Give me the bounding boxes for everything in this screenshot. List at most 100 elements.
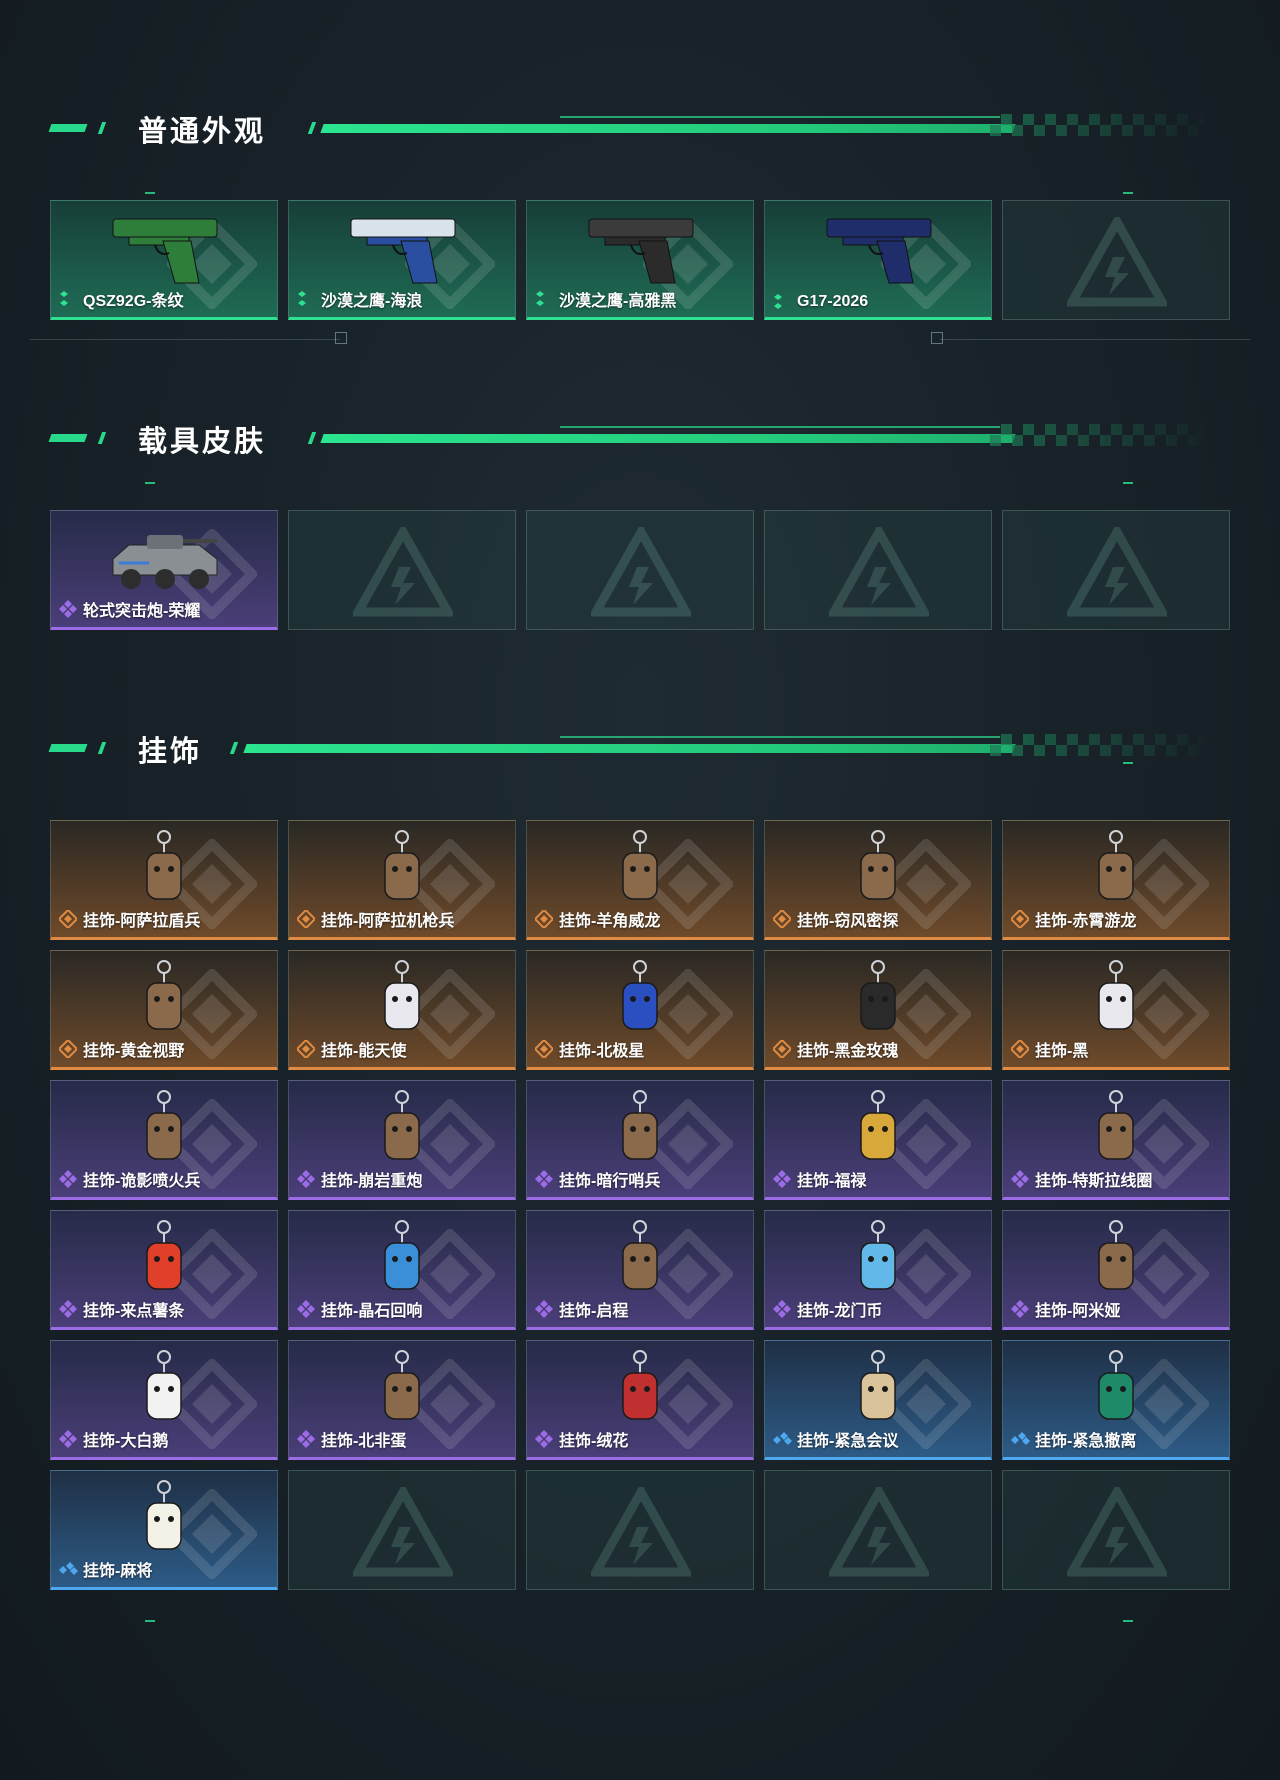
item-name: 挂饰-北极星 [559, 1043, 645, 1060]
header-thin-line [560, 736, 1000, 738]
decor-square [335, 332, 347, 344]
pistol-black-icon [575, 209, 705, 287]
item-card[interactable]: 挂饰-紧急会议 [764, 1340, 992, 1460]
header-accent-bar [48, 744, 88, 752]
item-card[interactable]: 挂饰-北极星 [526, 950, 754, 1070]
item-label-row: 沙漠之鹰-海浪 [297, 287, 422, 311]
item-card[interactable]: 挂饰-羊角威龙 [526, 820, 754, 940]
item-card[interactable]: 挂饰-紧急撤离 [1002, 1340, 1230, 1460]
empty-item-slot [288, 1470, 516, 1590]
rarity-orange-icon [773, 910, 791, 928]
header-checker-pattern [990, 114, 1204, 136]
item-card[interactable]: 挂饰-黄金视野 [50, 950, 278, 1070]
rarity-purple-icon [59, 600, 77, 618]
header-divider-line [320, 434, 1016, 443]
item-label-row: 挂饰-羊角威龙 [535, 907, 660, 931]
empty-item-slot [1002, 1470, 1230, 1590]
item-name: 挂饰-阿米娅 [1035, 1303, 1121, 1320]
item-name: G17-2026 [797, 293, 869, 310]
item-name: 挂饰-暗行哨兵 [559, 1173, 661, 1190]
item-card[interactable]: 挂饰-暗行哨兵 [526, 1080, 754, 1200]
item-name: 挂饰-能天使 [321, 1043, 407, 1060]
section-title: 挂饰 [138, 736, 203, 768]
corner-tick [1123, 762, 1133, 764]
item-label-row: 挂饰-北极星 [535, 1037, 644, 1061]
item-label-row: 挂饰-紧急会议 [773, 1427, 898, 1451]
charm-bunny-icon [1051, 1219, 1181, 1297]
charm-figure-icon [337, 829, 467, 907]
item-name: 挂饰-启程 [559, 1303, 629, 1320]
rarity-purple-icon [59, 1430, 77, 1448]
item-name: 挂饰-黄金视野 [83, 1043, 185, 1060]
item-card[interactable]: 挂饰-赤霄游龙 [1002, 820, 1230, 940]
header-accent-bar [97, 432, 107, 444]
item-card[interactable]: 挂饰-崩岩重炮 [288, 1080, 516, 1200]
charm-gourd-icon [813, 1089, 943, 1167]
item-name: 挂饰-阿萨拉盾兵 [83, 913, 201, 930]
item-label-row: 挂饰-紧急撤离 [1011, 1427, 1136, 1451]
charm-star-icon [575, 959, 705, 1037]
header-accent-bar [48, 124, 88, 132]
item-card[interactable]: 挂饰-窃风密探 [764, 820, 992, 940]
item-name: 挂饰-紧急撤离 [1035, 1433, 1137, 1450]
header-accent-bar [48, 434, 88, 442]
item-card[interactable]: QSZ92G-条纹 [50, 200, 278, 320]
item-card[interactable]: 挂饰-阿米娅 [1002, 1210, 1230, 1330]
item-name: 挂饰-窃风密探 [797, 913, 899, 930]
charm-coil-icon [1051, 1089, 1181, 1167]
item-card[interactable]: 挂饰-能天使 [288, 950, 516, 1070]
item-card[interactable]: 挂饰-晶石回响 [288, 1210, 516, 1330]
item-name: 轮式突击炮-荣耀 [83, 603, 201, 620]
item-label-row: 挂饰-龙门币 [773, 1297, 882, 1321]
rarity-orange-icon [535, 910, 553, 928]
rarity-purple-icon [535, 1170, 553, 1188]
item-card[interactable]: 轮式突击炮-荣耀 [50, 510, 278, 630]
item-card[interactable]: 挂饰-阿萨拉机枪兵 [288, 820, 516, 940]
item-name: 沙漠之鹰-高雅黑 [559, 293, 677, 310]
header-thin-line [560, 426, 1000, 428]
item-label-row: 挂饰-赤霄游龙 [1011, 907, 1136, 931]
item-card[interactable]: 挂饰-绒花 [526, 1340, 754, 1460]
item-label-row: 挂饰-诡影喷火兵 [59, 1167, 200, 1191]
item-label-row: 挂饰-北非蛋 [297, 1427, 406, 1451]
item-card[interactable]: 挂饰-特斯拉线圈 [1002, 1080, 1230, 1200]
empty-item-slot [288, 510, 516, 630]
charm-tag-icon [337, 959, 467, 1037]
item-card[interactable]: 挂饰-黑 [1002, 950, 1230, 1070]
charm-figure-icon [337, 1089, 467, 1167]
charm-crystal-icon [337, 1219, 467, 1297]
header-divider-line [320, 124, 1016, 133]
item-card[interactable]: 挂饰-启程 [526, 1210, 754, 1330]
vehicle-skins-grid: 轮式突击炮-荣耀 [50, 510, 1230, 630]
charm-figure-icon [1051, 829, 1181, 907]
item-card[interactable]: 沙漠之鹰-高雅黑 [526, 200, 754, 320]
item-card[interactable]: 挂饰-诡影喷火兵 [50, 1080, 278, 1200]
empty-item-slot [526, 1470, 754, 1590]
item-label-row: 挂饰-能天使 [297, 1037, 406, 1061]
header-checker-pattern [990, 734, 1204, 756]
item-card[interactable]: 挂饰-福禄 [764, 1080, 992, 1200]
rarity-green-icon [535, 290, 553, 308]
item-card[interactable]: 挂饰-龙门币 [764, 1210, 992, 1330]
header-checker-pattern [990, 424, 1204, 446]
item-label-row: 挂饰-福禄 [773, 1167, 866, 1191]
item-card[interactable]: 挂饰-北非蛋 [288, 1340, 516, 1460]
decor-square [931, 332, 943, 344]
item-label-row: 挂饰-阿米娅 [1011, 1297, 1120, 1321]
item-card[interactable]: 挂饰-麻将 [50, 1470, 278, 1590]
section-title: 普通外观 [138, 116, 267, 148]
charm-rose-icon [813, 959, 943, 1037]
item-name: 挂饰-晶石回响 [321, 1303, 423, 1320]
item-label-row: 挂饰-阿萨拉盾兵 [59, 907, 200, 931]
item-card[interactable]: 沙漠之鹰-海浪 [288, 200, 516, 320]
item-card[interactable]: 挂饰-大白鹅 [50, 1340, 278, 1460]
item-label-row: 挂饰-绒花 [535, 1427, 628, 1451]
item-card[interactable]: G17-2026 [764, 200, 992, 320]
charm-pan-icon [337, 1349, 467, 1427]
item-card[interactable]: 挂饰-来点薯条 [50, 1210, 278, 1330]
charms-grid: 挂饰-阿萨拉盾兵 挂饰-阿萨拉机枪兵 挂饰-羊角威龙 挂饰-窃风密探 挂饰-赤霄游龙 挂饰… [50, 820, 1230, 1590]
item-card[interactable]: 挂饰-黑金玫瑰 [764, 950, 992, 1070]
rarity-orange-icon [59, 910, 77, 928]
rarity-orange-icon [297, 910, 315, 928]
item-card[interactable]: 挂饰-阿萨拉盾兵 [50, 820, 278, 940]
